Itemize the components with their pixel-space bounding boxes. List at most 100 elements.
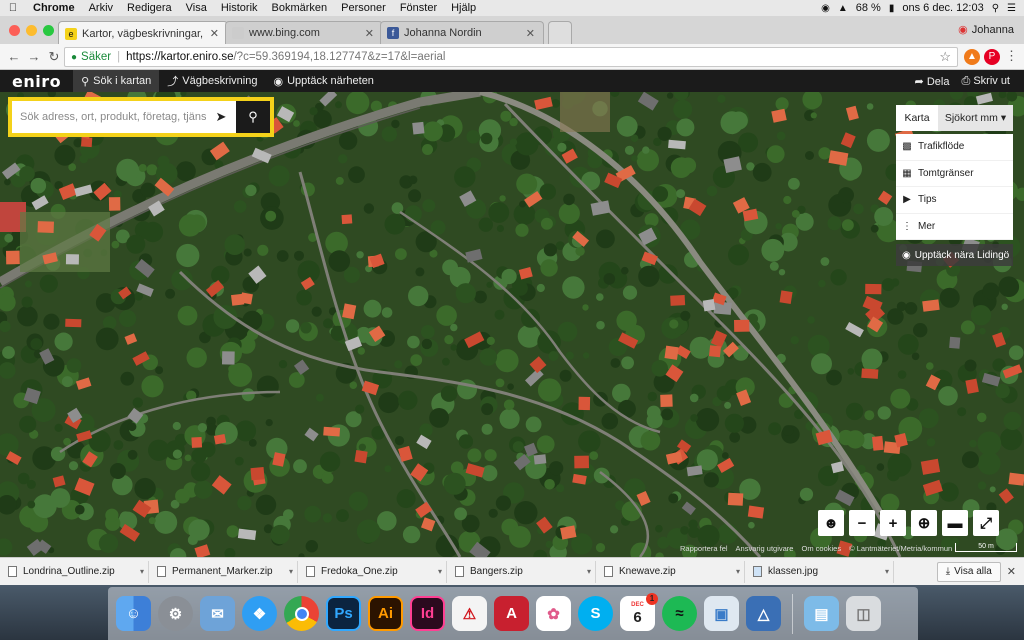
- show-all-downloads-button[interactable]: ⤓ Visa alla: [936, 561, 1001, 582]
- system-preferences-icon[interactable]: ⚙: [158, 596, 193, 631]
- tab-eniro[interactable]: e Kartor, vägbeskrivningar, flygfoto ✕: [58, 21, 228, 45]
- close-shelf-icon[interactable]: ✕: [1007, 565, 1016, 578]
- tab-search-map[interactable]: ⚲ Sök i kartan: [73, 70, 160, 92]
- aerial-map[interactable]: [0, 92, 1024, 557]
- locate-button[interactable]: ⊕: [911, 510, 937, 536]
- archicad-icon[interactable]: △: [746, 596, 781, 631]
- tab-directions[interactable]: ⤴ Vägbeskrivning: [159, 70, 265, 92]
- layer-mer[interactable]: ⋮ Mer: [896, 214, 1013, 240]
- search-input[interactable]: [12, 101, 206, 133]
- measure-button[interactable]: ▬: [942, 510, 968, 536]
- chevron-down-icon[interactable]: ▾: [736, 567, 740, 576]
- fullscreen-button[interactable]: ⤢: [973, 510, 999, 536]
- eniro-logo[interactable]: eniro: [0, 72, 73, 91]
- report-error-link[interactable]: Rapportera fel: [680, 544, 728, 553]
- close-tab-icon[interactable]: ✕: [365, 27, 374, 40]
- spotify-icon[interactable]: ≈: [662, 596, 697, 631]
- clock[interactable]: ons 6 dec. 12:03: [902, 2, 983, 14]
- street-view-button[interactable]: ☻: [818, 510, 844, 536]
- tree-canopy: [670, 157, 692, 178]
- trash-icon[interactable]: ◫: [846, 596, 881, 631]
- chevron-down-icon[interactable]: ▾: [885, 567, 889, 576]
- indesign-icon[interactable]: Id: [410, 596, 445, 631]
- download-item[interactable]: Knewave.zip ▾: [596, 560, 745, 583]
- lock-icon[interactable]: ●: [71, 52, 77, 63]
- tree-canopy: [970, 305, 992, 326]
- menu-visa[interactable]: Visa: [179, 2, 214, 14]
- publisher-link[interactable]: Ansvarig utgivare: [736, 544, 794, 553]
- zoom-out-button[interactable]: −: [849, 510, 875, 536]
- preview-icon[interactable]: ▣: [704, 596, 739, 631]
- discover-nearby-button[interactable]: ◉ Upptäck nära Lidingö: [896, 244, 1013, 266]
- pinterest-icon[interactable]: P: [984, 49, 1000, 65]
- extension-flame-icon[interactable]: ▲: [964, 49, 980, 65]
- calendar-icon[interactable]: DEC 6 1: [620, 593, 658, 631]
- close-tab-icon[interactable]: ✕: [526, 27, 535, 40]
- safari-icon[interactable]: ❖: [242, 596, 277, 631]
- mail-icon[interactable]: ✉: [200, 596, 235, 631]
- map-type-dropdown[interactable]: Sjökort mm ▾: [938, 105, 1013, 131]
- menu-personer[interactable]: Personer: [334, 2, 393, 14]
- chevron-down-icon[interactable]: ▾: [587, 567, 591, 576]
- apple-icon[interactable]: : [0, 2, 26, 14]
- url-host[interactable]: https://kartor.eniro.se: [126, 51, 233, 63]
- map-type-karta[interactable]: Karta: [896, 112, 938, 124]
- reload-icon[interactable]: ↻: [44, 49, 64, 65]
- layer-tomtgranser[interactable]: ▦ Tomtgränser: [896, 161, 1013, 187]
- folder-icon[interactable]: ▤: [804, 596, 839, 631]
- notification-center-icon[interactable]: ☰: [1007, 3, 1016, 14]
- close-tab-icon[interactable]: ✕: [210, 27, 219, 40]
- menu-historik[interactable]: Historik: [214, 2, 265, 14]
- photos-icon[interactable]: ✿: [536, 596, 571, 631]
- spotlight-search-icon[interactable]: ⚲: [992, 3, 999, 14]
- download-item[interactable]: Bangers.zip ▾: [447, 560, 596, 583]
- photoshop-icon[interactable]: Ps: [326, 596, 361, 631]
- battery-percent[interactable]: 68 %: [856, 2, 881, 14]
- download-item[interactable]: Londrina_Outline.zip ▾: [0, 560, 149, 583]
- finder-icon[interactable]: ☺: [116, 596, 151, 631]
- download-item[interactable]: klassen.jpg ▾: [745, 560, 894, 583]
- forward-icon[interactable]: →: [24, 49, 44, 64]
- tab-facebook[interactable]: f Johanna Nordin ✕: [380, 21, 544, 44]
- autocad-icon[interactable]: A: [494, 596, 529, 631]
- zoom-in-button[interactable]: +: [880, 510, 906, 536]
- acrobat-icon[interactable]: ⚠: [452, 596, 487, 631]
- secure-label[interactable]: Säker: [81, 51, 111, 63]
- back-icon[interactable]: ←: [4, 49, 24, 64]
- cookies-link[interactable]: Om cookies: [801, 544, 841, 553]
- new-tab-button[interactable]: [548, 21, 572, 44]
- profile-button[interactable]: ◉ Johanna: [958, 23, 1014, 37]
- address-bar[interactable]: ● Säker | https://kartor.eniro.se /?c=59…: [64, 47, 958, 67]
- tab-discover[interactable]: ◉ Upptäck närheten: [265, 70, 381, 92]
- search-button[interactable]: ⚲: [236, 101, 270, 133]
- chevron-down-icon[interactable]: ▾: [438, 567, 442, 576]
- layer-trafikflode[interactable]: ▩ Trafikflöde: [896, 134, 1013, 161]
- creative-cloud-icon[interactable]: ◉: [821, 3, 830, 14]
- menu-bokmarken[interactable]: Bokmärken: [265, 2, 335, 14]
- download-item[interactable]: Permanent_Marker.zip ▾: [149, 560, 298, 583]
- minimize-window-button[interactable]: [26, 25, 37, 36]
- menu-hjalp[interactable]: Hjälp: [444, 2, 483, 14]
- menu-arkiv[interactable]: Arkiv: [82, 2, 120, 14]
- print-button[interactable]: ⎙ Skriv ut: [961, 75, 1010, 88]
- tab-bing[interactable]: www.bing.com ✕: [225, 21, 383, 44]
- layer-tips[interactable]: ▶ Tips: [896, 187, 1013, 214]
- chrome-menu-icon[interactable]: ⋮: [1005, 48, 1018, 64]
- url-path[interactable]: /?c=59.369194,18.127747&z=17&l=aerial: [233, 51, 445, 63]
- chevron-down-icon[interactable]: ▾: [289, 567, 293, 576]
- share-button[interactable]: ➦ Dela: [915, 75, 950, 88]
- aerial-imagery[interactable]: [0, 92, 1024, 557]
- chrome-icon[interactable]: [284, 596, 319, 631]
- bookmark-star-icon[interactable]: ☆: [939, 49, 951, 65]
- menu-fonster[interactable]: Fönster: [393, 2, 444, 14]
- download-item[interactable]: Fredoka_One.zip ▾: [298, 560, 447, 583]
- chevron-down-icon[interactable]: ▾: [140, 567, 144, 576]
- wifi-icon[interactable]: ▲: [838, 3, 848, 14]
- menu-app-name[interactable]: Chrome: [26, 2, 82, 14]
- zoom-window-button[interactable]: [43, 25, 54, 36]
- skype-icon[interactable]: S: [578, 596, 613, 631]
- menu-redigera[interactable]: Redigera: [120, 2, 179, 14]
- locate-me-icon[interactable]: ➤: [206, 109, 236, 125]
- close-window-button[interactable]: [9, 25, 20, 36]
- illustrator-icon[interactable]: Ai: [368, 596, 403, 631]
